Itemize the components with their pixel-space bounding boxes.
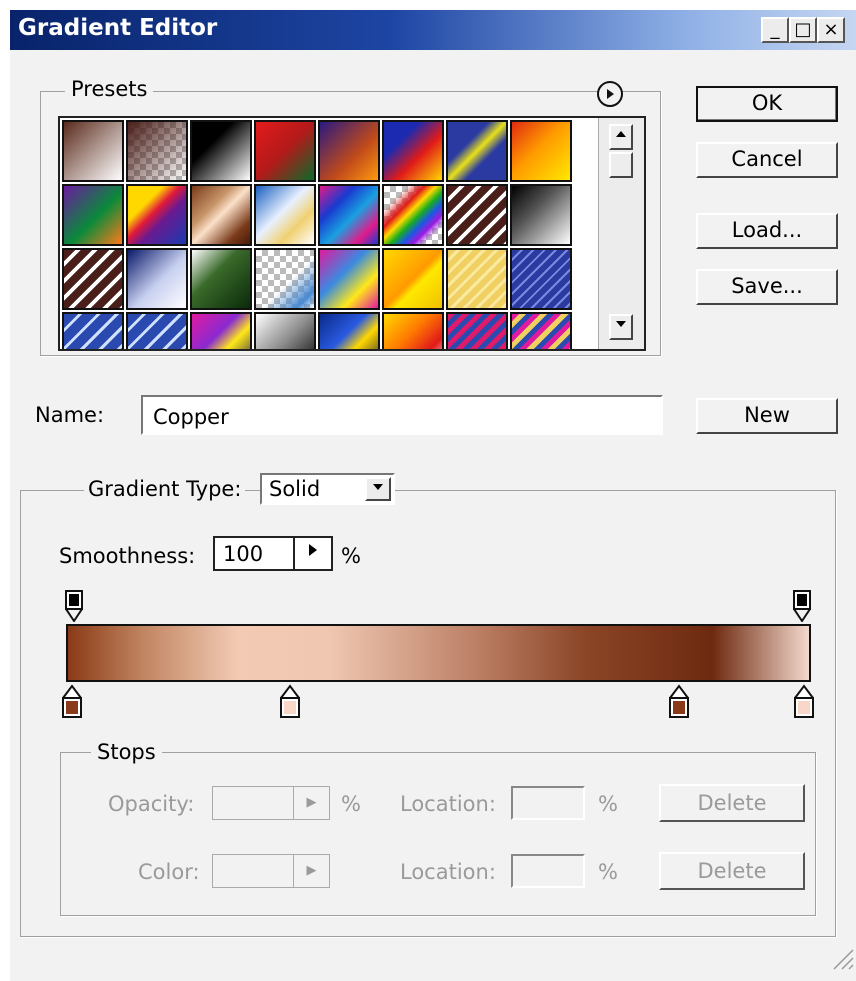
- smoothness-label: Smoothness:: [59, 544, 196, 568]
- color-stop-3[interactable]: [669, 684, 689, 718]
- minimize-button[interactable]: _: [761, 17, 789, 43]
- preset-swatch[interactable]: [510, 312, 572, 349]
- stops-group: Stops: [60, 740, 816, 916]
- opacity-stop-right[interactable]: [793, 590, 811, 622]
- scroll-thumb[interactable]: [609, 152, 633, 178]
- preset-swatch[interactable]: [62, 184, 124, 246]
- circle-arrow-right-icon: [607, 89, 614, 99]
- preset-swatch[interactable]: [446, 248, 508, 310]
- color-location-label: Location:: [400, 860, 496, 884]
- resize-grip-icon[interactable]: [832, 948, 854, 970]
- arrow-right-icon: ▶: [293, 855, 329, 887]
- arrow-up-icon: [616, 131, 626, 137]
- window-title: Gradient Editor: [18, 15, 218, 41]
- preset-swatch[interactable]: [254, 312, 316, 349]
- maximize-button[interactable]: □: [789, 17, 817, 43]
- preset-swatch[interactable]: [254, 120, 316, 182]
- name-field[interactable]: Copper: [141, 395, 663, 435]
- preset-swatch[interactable]: [254, 248, 316, 310]
- presets-label: Presets: [65, 77, 154, 101]
- color-stop-swatch: [673, 701, 685, 714]
- preset-swatch[interactable]: [382, 312, 444, 349]
- opacity-location-field: [511, 786, 585, 820]
- color-stop-4[interactable]: [794, 684, 814, 718]
- stops-label: Stops: [91, 740, 162, 764]
- chevron-down-icon[interactable]: [365, 477, 391, 501]
- preset-swatch[interactable]: [254, 184, 316, 246]
- color-stop-swatch: [284, 701, 296, 714]
- preset-swatch[interactable]: [318, 312, 380, 349]
- preset-swatch[interactable]: [62, 120, 124, 182]
- load-button[interactable]: Load...: [696, 213, 838, 249]
- gradient-type-select[interactable]: Solid: [260, 473, 395, 505]
- opacity-stop-left[interactable]: [65, 590, 83, 622]
- smoothness-unit: %: [341, 544, 361, 568]
- delete-opacity-stop-button: Delete: [659, 784, 805, 822]
- smoothness-slider-button[interactable]: [293, 538, 331, 569]
- opacity-location-label: Location:: [400, 792, 496, 816]
- smoothness-value: 100: [223, 542, 264, 566]
- preset-swatch[interactable]: [382, 120, 444, 182]
- preset-swatch[interactable]: [510, 248, 572, 310]
- preset-swatch[interactable]: [126, 120, 188, 182]
- color-stop-swatch: [798, 701, 810, 714]
- preset-swatch[interactable]: [446, 312, 508, 349]
- preset-swatch[interactable]: [446, 120, 508, 182]
- preset-swatch[interactable]: [318, 248, 380, 310]
- gradient-editor-dialog: Gradient Editor _ □ × Presets OK Cancel …: [10, 10, 856, 981]
- smoothness-field[interactable]: 100: [213, 536, 333, 571]
- preset-swatch[interactable]: [382, 184, 444, 246]
- dropdown-arrow-icon: [373, 484, 383, 490]
- opacity-field: ▶: [212, 786, 330, 820]
- color-stop-1[interactable]: [62, 684, 82, 718]
- ok-button[interactable]: OK: [696, 86, 838, 122]
- arrow-right-icon: [309, 544, 317, 556]
- preset-swatch[interactable]: [126, 184, 188, 246]
- gradient-type-value: Solid: [269, 477, 321, 501]
- color-label: Color:: [138, 860, 200, 884]
- preset-swatch[interactable]: [510, 120, 572, 182]
- name-label: Name:: [35, 403, 105, 427]
- preset-swatch[interactable]: [318, 120, 380, 182]
- save-button[interactable]: Save...: [696, 269, 838, 305]
- preset-swatch[interactable]: [62, 248, 124, 310]
- gradient-preview-bar[interactable]: [66, 624, 811, 682]
- gradient-type-label: Gradient Type:: [84, 477, 246, 501]
- scroll-up-button[interactable]: [609, 124, 633, 150]
- preset-swatch[interactable]: [382, 248, 444, 310]
- presets-menu-icon[interactable]: [597, 81, 623, 107]
- title-bar: Gradient Editor _ □ ×: [10, 10, 856, 50]
- opacity-stop-swatch: [797, 594, 807, 606]
- opacity-stop-swatch: [69, 594, 79, 606]
- color-stop-swatch: [66, 701, 78, 714]
- color-field: ▶: [212, 854, 330, 888]
- opacity-label: Opacity:: [108, 792, 195, 816]
- preset-swatch[interactable]: [318, 184, 380, 246]
- arrow-down-icon: [616, 321, 626, 327]
- presets-scrollbar[interactable]: [598, 118, 644, 349]
- presets-swatch-list: [58, 116, 646, 351]
- swatch-grid: [62, 120, 578, 349]
- arrow-right-icon: ▶: [293, 787, 329, 819]
- preset-swatch[interactable]: [126, 312, 188, 349]
- preset-swatch[interactable]: [510, 184, 572, 246]
- preset-swatch[interactable]: [446, 184, 508, 246]
- color-location-field: [511, 854, 585, 888]
- new-button[interactable]: New: [696, 398, 838, 434]
- preset-swatch[interactable]: [190, 120, 252, 182]
- preset-swatch[interactable]: [190, 248, 252, 310]
- color-stop-2[interactable]: [280, 684, 300, 718]
- opacity-percent: %: [341, 792, 361, 816]
- preset-swatch[interactable]: [190, 312, 252, 349]
- color-location-percent: %: [598, 860, 618, 884]
- preset-swatch[interactable]: [126, 248, 188, 310]
- preset-swatch[interactable]: [190, 184, 252, 246]
- opacity-location-percent: %: [598, 792, 618, 816]
- cancel-button[interactable]: Cancel: [696, 142, 838, 178]
- scroll-down-button[interactable]: [609, 314, 633, 340]
- delete-color-stop-button: Delete: [659, 852, 805, 890]
- preset-swatch[interactable]: [62, 312, 124, 349]
- close-button[interactable]: ×: [817, 17, 845, 43]
